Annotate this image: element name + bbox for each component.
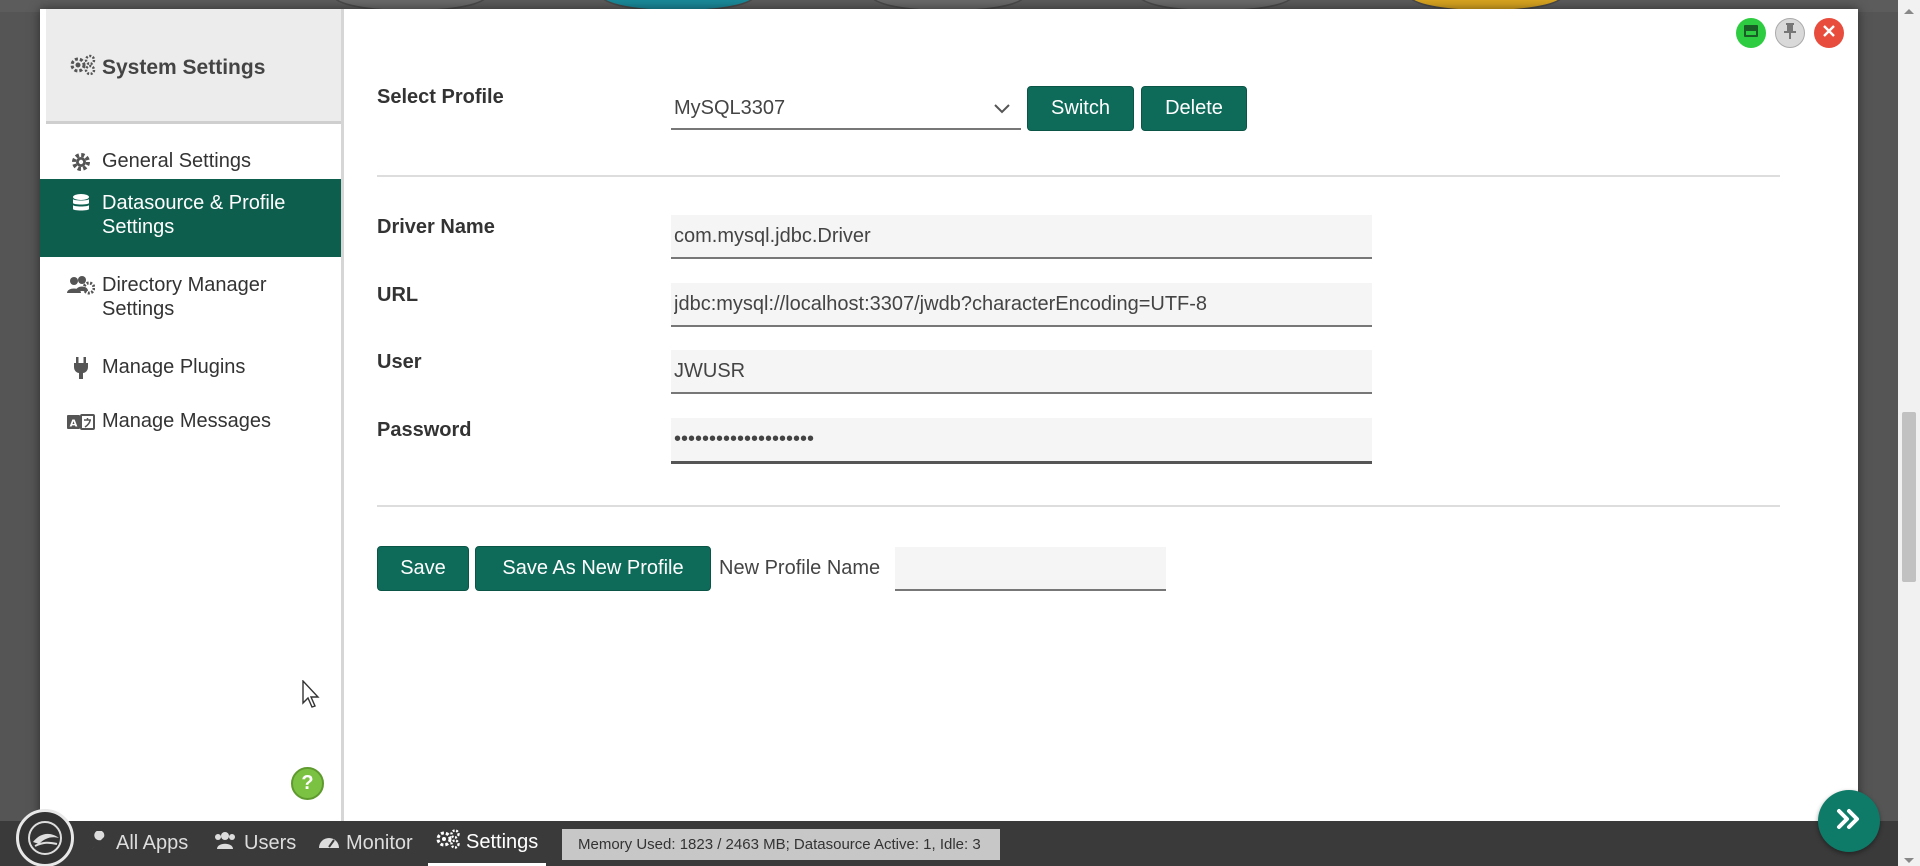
save-button[interactable]: Save xyxy=(377,546,469,591)
driver-name-label: Driver Name xyxy=(377,216,495,238)
sidebar-item-datasource-profile[interactable]: Datasource & Profile Settings xyxy=(40,179,341,257)
sidebar-item-general-settings[interactable]: General Settings xyxy=(40,139,341,183)
close-icon xyxy=(1823,24,1835,42)
taskbar-settings[interactable]: Settings xyxy=(428,821,547,866)
scroll-up-icon[interactable] xyxy=(1903,2,1915,20)
language-icon: A xyxy=(66,412,96,430)
scrollbar-thumb[interactable] xyxy=(1902,412,1916,582)
profile-select[interactable]: MySQL3307 xyxy=(671,89,1021,130)
gears-icon xyxy=(70,54,96,82)
new-profile-name-label: New Profile Name xyxy=(719,557,881,579)
profile-select-value: MySQL3307 xyxy=(674,97,786,119)
taskbar-item-label: Settings xyxy=(466,830,539,853)
datasource-settings-panel: Select Profile MySQL3307 Switch Delete D… xyxy=(344,9,1858,821)
gears-icon xyxy=(436,829,460,855)
close-button[interactable] xyxy=(1814,18,1844,48)
users-icon xyxy=(212,831,238,856)
gear-icon xyxy=(66,150,96,172)
taskbar-users[interactable]: Users xyxy=(212,821,296,866)
gauge-icon xyxy=(318,832,340,856)
save-as-new-profile-button[interactable]: Save As New Profile xyxy=(475,546,711,591)
sidebar-item-label: Manage Plugins xyxy=(102,356,246,378)
database-icon xyxy=(66,191,96,215)
sidebar-item-directory-manager[interactable]: Directory Manager Settings xyxy=(40,273,341,333)
delete-button[interactable]: Delete xyxy=(1141,86,1247,131)
chevron-down-icon xyxy=(993,89,1011,142)
mouse-cursor-icon xyxy=(302,679,320,713)
driver-name-input[interactable] xyxy=(671,215,1372,259)
taskbar-item-label: Users xyxy=(244,832,297,854)
taskbar-all-apps[interactable]: All Apps xyxy=(90,821,188,866)
window-minimize-icon xyxy=(1743,24,1759,43)
sidebar-header: System Settings xyxy=(46,9,341,124)
plug-icon xyxy=(66,355,96,379)
taskbar-item-label: Monitor xyxy=(346,832,413,854)
app-logo[interactable] xyxy=(16,809,74,866)
taskbar: All Apps Users Monitor Settings Memory U… xyxy=(0,809,1898,866)
svg-text:A: A xyxy=(70,419,78,430)
sidebar-item-label: General Settings xyxy=(102,150,251,172)
user-input[interactable] xyxy=(671,350,1372,394)
page-scrollbar[interactable] xyxy=(1898,0,1920,866)
sidebar: System Settings General Settings Datasou… xyxy=(40,9,344,821)
taskbar-monitor[interactable]: Monitor xyxy=(318,821,413,866)
expand-panel-button[interactable] xyxy=(1818,790,1880,852)
user-label: User xyxy=(377,351,422,373)
new-profile-name-input[interactable] xyxy=(895,547,1166,591)
sidebar-item-label: Manage Messages xyxy=(102,410,271,432)
taskbar-item-label: All Apps xyxy=(116,832,189,854)
password-input[interactable] xyxy=(671,418,1372,464)
sidebar-item-label: Directory Manager Settings xyxy=(102,274,267,320)
sidebar-title: System Settings xyxy=(70,54,265,82)
memory-status: Memory Used: 1823 / 2463 MB; Datasource … xyxy=(562,829,1000,860)
switch-button[interactable]: Switch xyxy=(1027,86,1134,131)
sidebar-item-manage-messages[interactable]: A Manage Messages xyxy=(40,401,341,441)
scroll-down-icon[interactable] xyxy=(1903,852,1915,866)
select-profile-label: Select Profile xyxy=(377,86,504,108)
help-button[interactable]: ? xyxy=(291,767,324,800)
sidebar-item-label: Datasource & Profile Settings xyxy=(102,192,286,238)
pin-icon xyxy=(1783,22,1797,44)
minimize-button[interactable] xyxy=(1736,18,1766,48)
wrench-icon xyxy=(90,829,110,857)
divider xyxy=(377,175,1780,177)
url-label: URL xyxy=(377,284,419,306)
url-input[interactable] xyxy=(671,283,1372,327)
sidebar-item-manage-plugins[interactable]: Manage Plugins xyxy=(40,347,341,387)
pin-button[interactable] xyxy=(1775,18,1805,48)
users-gear-icon xyxy=(66,273,96,295)
divider xyxy=(377,505,1780,507)
password-label: Password xyxy=(377,419,472,441)
double-chevron-right-icon xyxy=(1836,808,1862,835)
